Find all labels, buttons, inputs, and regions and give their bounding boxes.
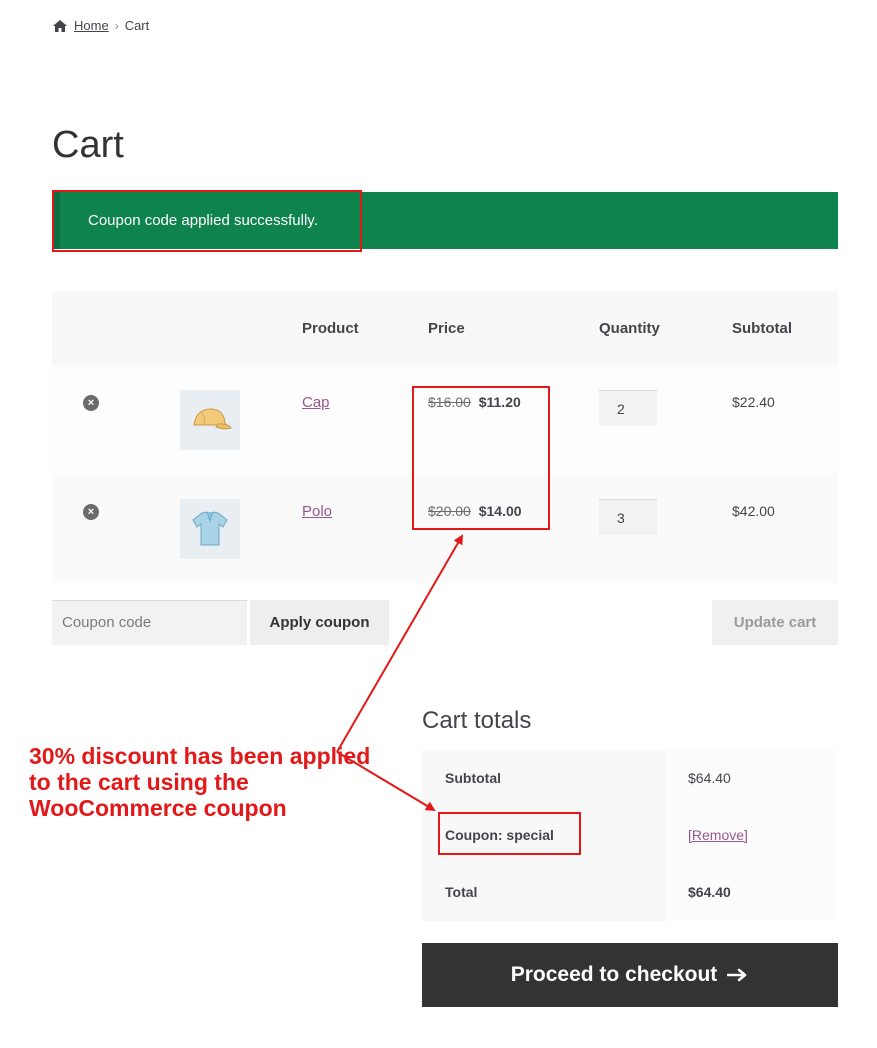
breadcrumb: Home › Cart: [52, 18, 149, 33]
cart-totals-table: Subtotal $64.40 Coupon: special [Remove]…: [422, 750, 838, 921]
coupon-code-input[interactable]: Coupon code: [52, 600, 247, 645]
table-row: × Cap $16.00 $11.20 2 $22.40: [52, 365, 838, 474]
product-thumbnail[interactable]: [180, 390, 240, 450]
original-price: $20.00: [428, 503, 471, 519]
checkout-label: Proceed to checkout: [510, 963, 718, 986]
product-link[interactable]: Cap: [302, 394, 330, 411]
row-subtotal: $22.40: [732, 394, 775, 410]
success-notice: Coupon code applied successfully.: [52, 192, 838, 249]
product-price: $20.00 $14.00: [428, 503, 522, 519]
apply-coupon-button[interactable]: Apply coupon: [250, 600, 389, 645]
table-row: × Polo $20.00 $14.00 3 $42.00: [52, 474, 838, 583]
totals-row-coupon: Coupon: special [Remove]: [422, 807, 838, 864]
table-header: Product Price Quantity Subtotal: [52, 291, 838, 365]
header-quantity: Quantity: [599, 320, 660, 337]
breadcrumb-current: Cart: [124, 18, 150, 33]
header-subtotal: Subtotal: [732, 320, 792, 337]
subtotal-label: Subtotal: [422, 750, 666, 807]
notice-text: Coupon code applied successfully.: [88, 212, 318, 229]
total-value: $64.40: [666, 864, 838, 921]
discounted-price: $11.20: [478, 394, 521, 410]
breadcrumb-separator: ›: [114, 18, 119, 33]
remove-item-icon[interactable]: ×: [83, 504, 99, 520]
remove-coupon-link[interactable]: [Remove]: [688, 827, 748, 843]
coupon-label: Coupon: special: [422, 807, 666, 864]
cart-totals-title: Cart totals: [422, 707, 532, 734]
totals-row-total: Total $64.40: [422, 864, 838, 921]
quantity-input[interactable]: 3: [599, 499, 657, 535]
row-subtotal: $42.00: [732, 503, 775, 519]
proceed-to-checkout-button[interactable]: Proceed to checkout: [422, 943, 838, 1007]
page-title: Cart: [52, 124, 124, 166]
update-cart-button[interactable]: Update cart: [712, 600, 838, 645]
polo-shirt-icon: [192, 511, 228, 546]
quantity-input[interactable]: 2: [599, 390, 657, 426]
home-icon: [53, 19, 67, 32]
header-price: Price: [428, 320, 465, 337]
cap-icon: [193, 408, 232, 430]
total-label: Total: [422, 864, 666, 921]
breadcrumb-home-link[interactable]: Home: [74, 18, 109, 33]
annotation-text: 30% discount has been applied to the car…: [29, 743, 371, 821]
product-link[interactable]: Polo: [302, 503, 332, 520]
totals-row-subtotal: Subtotal $64.40: [422, 750, 838, 807]
product-price: $16.00 $11.20: [428, 394, 521, 410]
product-thumbnail[interactable]: [180, 499, 240, 559]
remove-item-icon[interactable]: ×: [83, 395, 99, 411]
header-product: Product: [302, 320, 359, 337]
subtotal-value: $64.40: [666, 750, 838, 807]
cart-table: Product Price Quantity Subtotal × Cap $1…: [52, 291, 838, 583]
coupon-value: [Remove]: [666, 807, 838, 864]
original-price: $16.00: [428, 394, 471, 410]
arrow-right-icon: [727, 968, 747, 982]
discounted-price: $14.00: [478, 503, 522, 519]
